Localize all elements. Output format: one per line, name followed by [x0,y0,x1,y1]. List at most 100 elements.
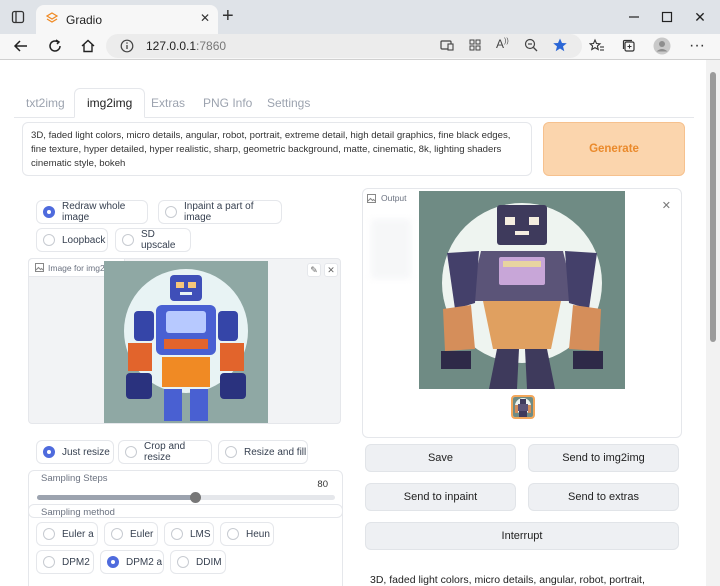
generation-info-text: 3D, faded light colors, micro details, a… [370,574,645,586]
thumbnail-robot-image [513,397,533,417]
new-tab-icon[interactable]: + [222,6,234,26]
tab-settings[interactable]: Settings [255,88,322,118]
maximize-icon[interactable] [655,5,679,29]
sampler-label: Heun [246,528,270,540]
radio-unselected-icon [122,234,134,246]
scrollbar-thumb[interactable] [710,72,716,342]
mode-option-label: Inpaint a part of image [184,201,254,223]
resize-radio-crop[interactable]: Crop and resize [118,440,212,464]
refresh-icon[interactable] [44,35,66,57]
send-to-extras-button[interactable]: Send to extras [528,483,679,511]
send-to-inpaint-button[interactable]: Send to inpaint [365,483,516,511]
browser-tab[interactable]: Gradio ✕ [36,5,218,34]
radio-unselected-icon [43,528,55,540]
generate-button[interactable]: Generate [543,122,685,176]
sampler-label: Euler a [62,528,94,540]
tab-img2img[interactable]: img2img [74,88,146,118]
tab-close-icon[interactable]: ✕ [200,11,210,25]
main-tabs: txt2img img2img Extras PNG Info Settings [14,88,694,118]
address-bar[interactable]: 127.0.0.1:7860 A)) [106,34,582,58]
more-options-icon[interactable]: ··· [686,35,708,57]
interrupt-button[interactable]: Interrupt [365,522,679,550]
radio-unselected-icon [227,528,239,540]
favorite-star-icon[interactable] [552,37,568,58]
radio-unselected-icon [43,556,55,568]
gradio-page: txt2img img2img Extras PNG Info Settings… [0,60,706,586]
sampler-label: DPM2 [62,556,90,568]
resize-option-label: Resize and fill [244,446,307,458]
mode-radio-inpaint[interactable]: Inpaint a part of image [158,200,282,224]
sampler-euler-a[interactable]: Euler a [36,522,98,546]
sampler-label: LMS [190,528,211,540]
sampling-steps-value[interactable]: 80 [317,479,328,490]
radio-selected-icon [43,446,55,458]
home-icon[interactable] [77,35,99,57]
resize-radio-fill[interactable]: Resize and fill [218,440,308,464]
radio-unselected-icon [177,556,189,568]
url-text: 127.0.0.1:7860 [146,39,226,53]
favorites-icon[interactable] [586,35,608,57]
clear-image-icon[interactable]: ✕ [324,263,338,277]
sampling-steps-label: Sampling Steps [41,473,108,484]
read-aloud-icon[interactable]: A)) [496,37,509,51]
resize-option-label: Crop and resize [144,441,186,463]
sampler-dpm2[interactable]: DPM2 [36,550,94,574]
resize-option-label: Just resize [62,446,110,458]
sampler-label: DPM2 a [126,556,163,568]
collections-icon[interactable] [618,35,640,57]
slider-thumb[interactable] [189,492,201,503]
radio-selected-icon [107,556,119,568]
output-label: Output [367,193,407,203]
url-host: 127.0.0.1 [146,39,197,53]
tab-txt2img[interactable]: txt2img [14,88,77,118]
apps-grid-icon[interactable] [468,38,482,57]
close-output-icon[interactable]: ✕ [662,199,671,212]
sampler-heun[interactable]: Heun [220,522,274,546]
info-icon[interactable] [120,39,134,58]
sampler-ddim[interactable]: DDIM [170,550,226,574]
input-robot-image [104,261,268,423]
mode-option-label: SD upscale [141,229,176,251]
output-robot-image[interactable] [419,191,625,389]
close-window-icon[interactable]: ✕ [688,5,712,29]
tab-png-info[interactable]: PNG Info [191,88,264,118]
radio-unselected-icon [43,234,55,246]
img2img-settings-panel: Redraw whole image Inpaint a part of ima… [28,192,343,586]
image-icon [367,193,376,203]
mode-option-label: Redraw whole image [62,201,126,223]
sampler-label: Euler [130,528,154,540]
browser-tab-title: Gradio [66,12,103,27]
mode-radio-loopback[interactable]: Loopback [36,228,108,252]
app-available-icon[interactable] [440,38,454,57]
sampler-lms[interactable]: LMS [164,522,214,546]
output-gallery: Output ✕ [362,188,682,438]
sampling-steps-slider[interactable] [37,492,335,503]
radio-selected-icon [43,206,55,218]
radio-unselected-icon [165,206,177,218]
browser-titlebar: Gradio ✕ + ✕ [0,0,720,34]
tab-extras[interactable]: Extras [139,88,197,118]
page-scrollbar[interactable] [706,60,720,586]
prompt-textarea[interactable]: 3D, faded light colors, micro details, a… [22,122,532,176]
send-to-img2img-button[interactable]: Send to img2img [528,444,679,472]
url-port: :7860 [196,39,227,53]
edit-pencil-icon[interactable]: ✎ [307,263,321,277]
profile-avatar-icon[interactable] [651,35,673,57]
output-label-text: Output [381,193,407,203]
minimize-icon[interactable] [622,5,646,29]
sampler-euler[interactable]: Euler [104,522,158,546]
mode-radio-sd-upscale[interactable]: SD upscale [115,228,191,252]
output-thumbnail[interactable] [511,395,535,419]
save-button[interactable]: Save [365,444,516,472]
back-arrow-icon[interactable] [10,35,32,57]
input-image-box[interactable]: Image for img2img ✎ ✕ [28,258,341,424]
mode-radio-redraw[interactable]: Redraw whole image [36,200,148,224]
resize-radio-just[interactable]: Just resize [36,440,114,464]
zoom-out-icon[interactable] [524,38,538,57]
image-icon [35,263,44,272]
blurred-preview [371,219,411,279]
sampler-label: DDIM [196,556,222,568]
window-menu-icon[interactable] [6,5,30,29]
sampler-dpm2-a[interactable]: DPM2 a [100,550,164,574]
radio-unselected-icon [171,528,183,540]
